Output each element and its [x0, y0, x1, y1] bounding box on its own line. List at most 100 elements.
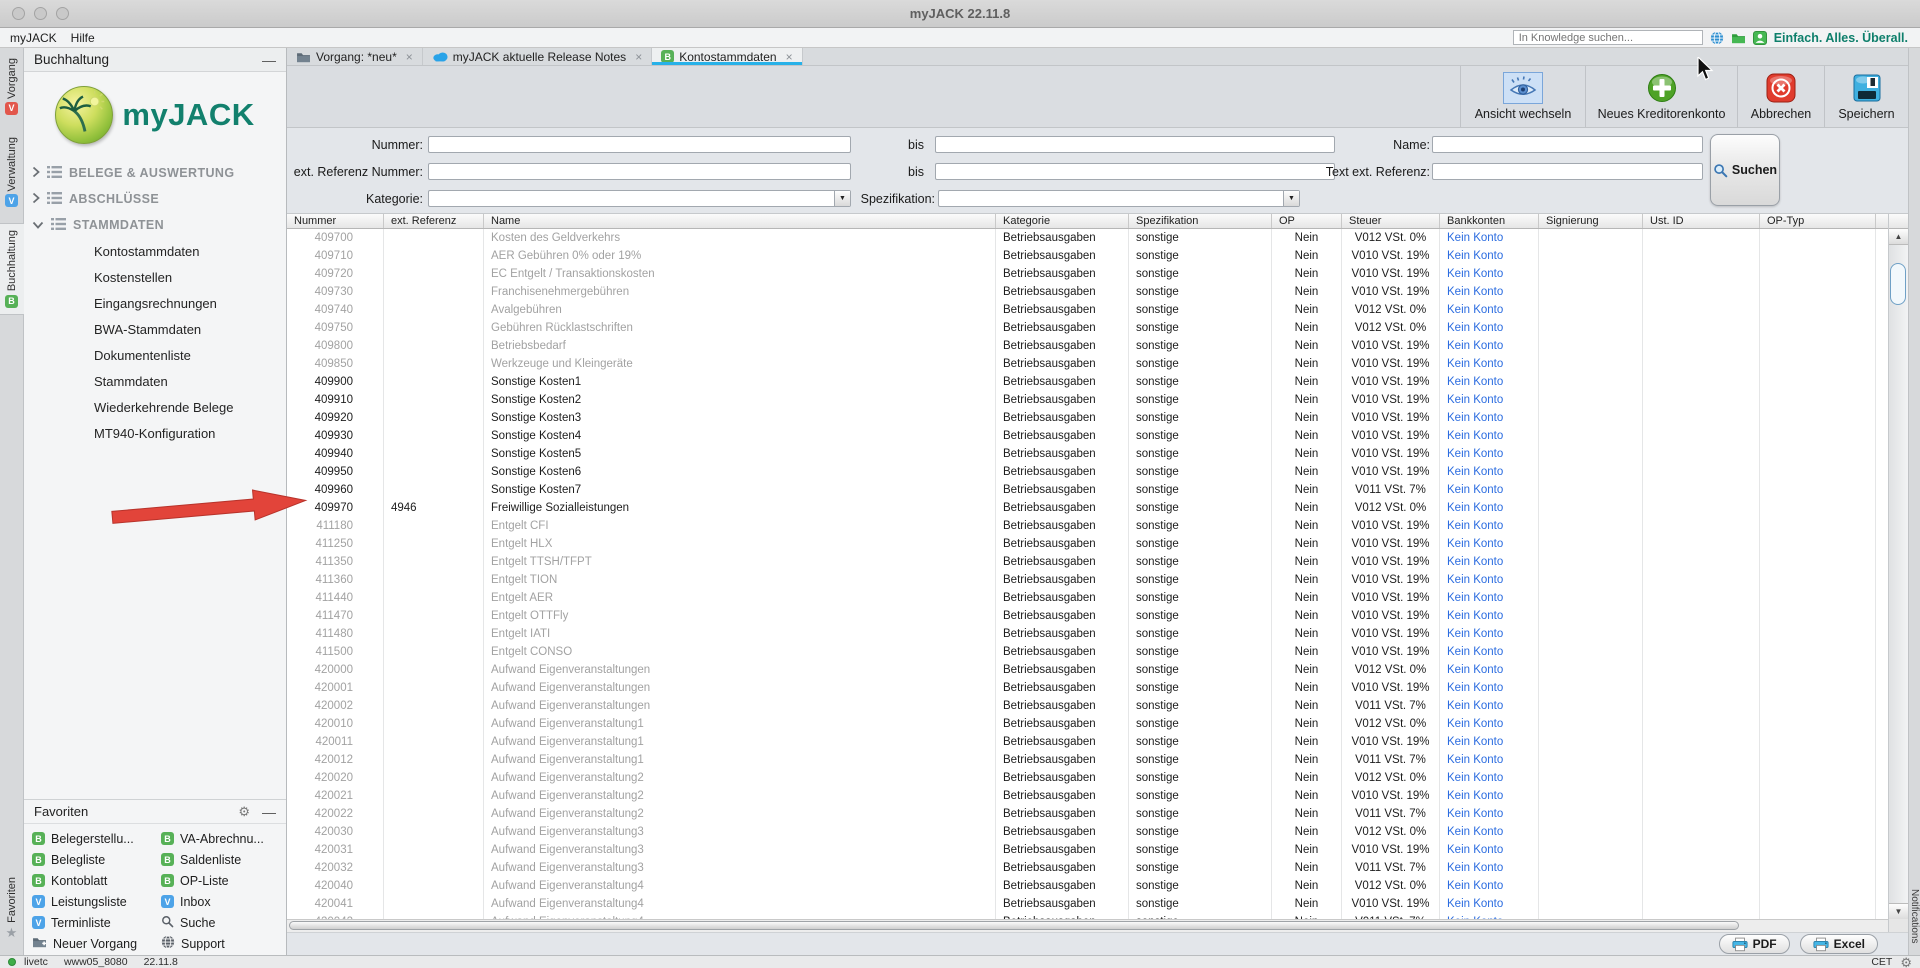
table-row[interactable]: 420001Aufwand EigenveranstaltungenBetrie…: [287, 679, 1888, 697]
search-button[interactable]: Suchen: [1710, 134, 1780, 206]
neues-kreditorenkonto-button[interactable]: Neues Kreditorenkonto: [1585, 66, 1737, 127]
table-row[interactable]: 409910Sonstige Kosten2Betriebsausgabenso…: [287, 391, 1888, 409]
vertical-scrollbar-thumb[interactable]: [1890, 263, 1906, 305]
table-row[interactable]: 409950Sonstige Kosten6Betriebsausgabenso…: [287, 463, 1888, 481]
cell-bankkonten-link[interactable]: Kein Konto: [1440, 283, 1539, 301]
table-row[interactable]: 420020Aufwand Eigenveranstaltung2Betrieb…: [287, 769, 1888, 787]
column-header-op[interactable]: OP: [1272, 214, 1342, 228]
cell-bankkonten-link[interactable]: Kein Konto: [1440, 301, 1539, 319]
table-row[interactable]: 409750Gebühren RücklastschriftenBetriebs…: [287, 319, 1888, 337]
cell-bankkonten-link[interactable]: Kein Konto: [1440, 553, 1539, 571]
tree-group-stammdaten[interactable]: STAMMDATEN: [32, 212, 286, 238]
close-icon[interactable]: ×: [786, 50, 793, 64]
text-ext-referenz-input[interactable]: [1432, 163, 1703, 180]
table-row[interactable]: 409730FranchisenehmergebührenBetriebsaus…: [287, 283, 1888, 301]
cell-bankkonten-link[interactable]: Kein Konto: [1440, 661, 1539, 679]
table-row[interactable]: 409850Werkzeuge und KleingeräteBetriebsa…: [287, 355, 1888, 373]
knowledge-search-input[interactable]: [1513, 30, 1703, 45]
favorite-item-neuer-vorgang[interactable]: Neuer Vorgang: [26, 933, 155, 954]
cell-bankkonten-link[interactable]: Kein Konto: [1440, 841, 1539, 859]
cell-bankkonten-link[interactable]: Kein Konto: [1440, 625, 1539, 643]
cell-bankkonten-link[interactable]: Kein Konto: [1440, 409, 1539, 427]
column-header-kategorie[interactable]: Kategorie: [996, 214, 1129, 228]
edge-tab-verwaltung[interactable]: VerwaltungV: [0, 131, 24, 213]
folder-icon[interactable]: [1731, 32, 1746, 44]
sidebar-item-mt940-konfiguration[interactable]: MT940-Konfiguration: [32, 420, 286, 446]
favorite-item-leistungsliste[interactable]: VLeistungsliste: [26, 891, 155, 912]
column-header-steuer[interactable]: Steuer: [1342, 214, 1440, 228]
column-header-nummer[interactable]: Nummer: [287, 214, 384, 228]
tab-vorgang-neu-[interactable]: Vorgang: *neu*×: [287, 48, 423, 65]
table-row[interactable]: 420011Aufwand Eigenveranstaltung1Betrieb…: [287, 733, 1888, 751]
cell-bankkonten-link[interactable]: Kein Konto: [1440, 517, 1539, 535]
cell-bankkonten-link[interactable]: Kein Konto: [1440, 463, 1539, 481]
table-row[interactable]: 411480Entgelt IATIBetriebsausgabensonsti…: [287, 625, 1888, 643]
table-row[interactable]: 411470Entgelt OTTFlyBetriebsausgabensons…: [287, 607, 1888, 625]
edge-tab-buchhaltung[interactable]: BuchhaltungB: [0, 223, 24, 314]
user-icon[interactable]: [1753, 31, 1767, 45]
table-row[interactable]: 409930Sonstige Kosten4Betriebsausgabenso…: [287, 427, 1888, 445]
table-row[interactable]: 420022Aufwand Eigenveranstaltung2Betrieb…: [287, 805, 1888, 823]
sidebar-item-kostenstellen[interactable]: Kostenstellen: [32, 264, 286, 290]
tree-group-abschl-sse[interactable]: ABSCHLÜSSE: [32, 186, 286, 212]
cell-bankkonten-link[interactable]: Kein Konto: [1440, 859, 1539, 877]
sidebar-item-dokumentenliste[interactable]: Dokumentenliste: [32, 342, 286, 368]
favorites-collapse-button[interactable]: —: [262, 807, 276, 817]
table-row[interactable]: 420032Aufwand Eigenveranstaltung3Betrieb…: [287, 859, 1888, 877]
speichern-button[interactable]: Speichern: [1824, 66, 1908, 127]
favorite-item-va-abrechnu-[interactable]: BVA-Abrechnu...: [155, 828, 284, 849]
cell-bankkonten-link[interactable]: Kein Konto: [1440, 355, 1539, 373]
sidebar-item-kontostammdaten[interactable]: Kontostammdaten: [32, 238, 286, 264]
cell-bankkonten-link[interactable]: Kein Konto: [1440, 481, 1539, 499]
cell-bankkonten-link[interactable]: Kein Konto: [1440, 571, 1539, 589]
column-header-signierung[interactable]: Signierung: [1539, 214, 1643, 228]
cell-bankkonten-link[interactable]: Kein Konto: [1440, 265, 1539, 283]
cell-bankkonten-link[interactable]: Kein Konto: [1440, 679, 1539, 697]
table-row[interactable]: 409960Sonstige Kosten7Betriebsausgabenso…: [287, 481, 1888, 499]
table-row[interactable]: 409710AER Gebühren 0% oder 19%Betriebsau…: [287, 247, 1888, 265]
close-icon[interactable]: ×: [635, 50, 642, 64]
column-header-name[interactable]: Name: [484, 214, 996, 228]
table-row[interactable]: 409920Sonstige Kosten3Betriebsausgabenso…: [287, 409, 1888, 427]
cell-bankkonten-link[interactable]: Kein Konto: [1440, 373, 1539, 391]
column-header-ext-referenz[interactable]: ext. Referenz: [384, 214, 484, 228]
favorite-item-suche[interactable]: Suche: [155, 912, 284, 933]
edge-tab-favoriten[interactable]: Favoriten ★: [0, 871, 24, 945]
table-row[interactable]: 409700Kosten des GeldverkehrsBetriebsaus…: [287, 229, 1888, 247]
table-row[interactable]: 420010Aufwand Eigenveranstaltung1Betrieb…: [287, 715, 1888, 733]
favorite-item-terminliste[interactable]: VTerminliste: [26, 912, 155, 933]
table-row[interactable]: 409900Sonstige Kosten1Betriebsausgabenso…: [287, 373, 1888, 391]
table-row[interactable]: 409740AvalgebührenBetriebsausgabensonsti…: [287, 301, 1888, 319]
gear-icon[interactable]: ⚙: [238, 805, 250, 818]
favorite-item-saldenliste[interactable]: BSaldenliste: [155, 849, 284, 870]
table-row[interactable]: 4099704946Freiwillige SozialleistungenBe…: [287, 499, 1888, 517]
menu-myjack[interactable]: myJACK: [10, 31, 57, 45]
nummer-bis-input[interactable]: [935, 136, 1335, 153]
tree-group-belege-auswertung[interactable]: BELEGE & AUSWERTUNG: [32, 160, 286, 186]
cell-bankkonten-link[interactable]: Kein Konto: [1440, 607, 1539, 625]
favorite-item-kontoblatt[interactable]: BKontoblatt: [26, 870, 155, 891]
column-header-spezifikation[interactable]: Spezifikation: [1129, 214, 1272, 228]
column-header-op-typ[interactable]: OP-Typ: [1760, 214, 1876, 228]
ansicht-wechseln-button[interactable]: Ansicht wechseln: [1460, 66, 1585, 127]
table-row[interactable]: 411250Entgelt HLXBetriebsausgabensonstig…: [287, 535, 1888, 553]
close-icon[interactable]: ×: [406, 50, 413, 64]
cell-bankkonten-link[interactable]: Kein Konto: [1440, 247, 1539, 265]
sidebar-item-eingangsrechnungen[interactable]: Eingangsrechnungen: [32, 290, 286, 316]
favorite-item-inbox[interactable]: VInbox: [155, 891, 284, 912]
favorite-item-support[interactable]: Support: [155, 933, 284, 954]
table-row[interactable]: 420041Aufwand Eigenveranstaltung4Betrieb…: [287, 895, 1888, 913]
sidebar-item-stammdaten[interactable]: Stammdaten: [32, 368, 286, 394]
scroll-up-button[interactable]: ▲: [1889, 229, 1908, 245]
table-row[interactable]: 420000Aufwand EigenveranstaltungenBetrie…: [287, 661, 1888, 679]
table-row[interactable]: 411440Entgelt AERBetriebsausgabensonstig…: [287, 589, 1888, 607]
cell-bankkonten-link[interactable]: Kein Konto: [1440, 733, 1539, 751]
sidebar-item-bwa-stammdaten[interactable]: BWA-Stammdaten: [32, 316, 286, 342]
scroll-down-button[interactable]: ▼: [1889, 903, 1908, 919]
cell-bankkonten-link[interactable]: Kein Konto: [1440, 823, 1539, 841]
notifications-tab[interactable]: Notifications: [1909, 889, 1920, 943]
table-row[interactable]: 420012Aufwand Eigenveranstaltung1Betrieb…: [287, 751, 1888, 769]
cell-bankkonten-link[interactable]: Kein Konto: [1440, 445, 1539, 463]
pdf-export-button[interactable]: PDF: [1719, 934, 1790, 954]
menu-hilfe[interactable]: Hilfe: [71, 31, 95, 45]
